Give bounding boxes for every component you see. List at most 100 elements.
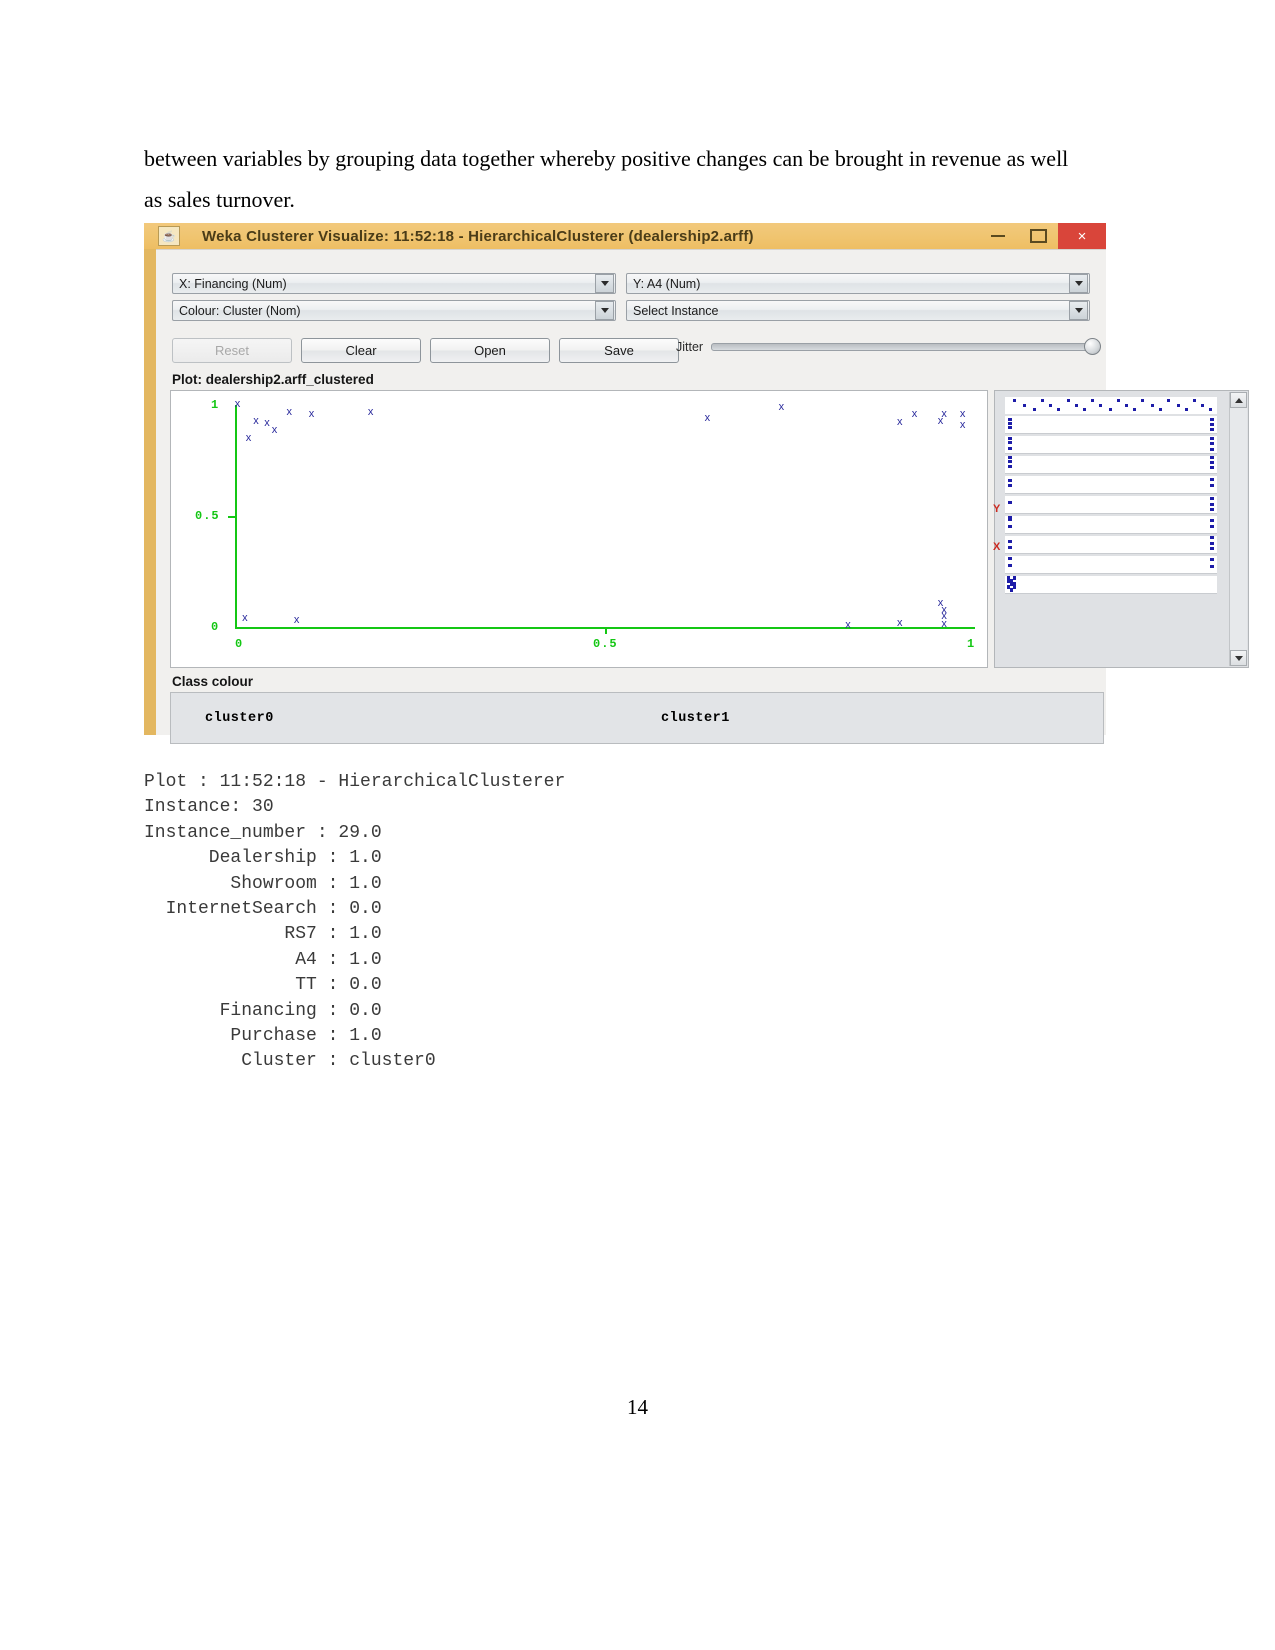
reset-button[interactable]: Reset [172, 338, 292, 363]
strip-tick [1008, 460, 1012, 463]
window-titlebar: ☕ Weka Clusterer Visualize: 11:52:18 - H… [144, 223, 1106, 249]
attribute-strip[interactable] [1005, 536, 1217, 554]
scatter-point[interactable]: x [705, 413, 711, 424]
strip-tick [1210, 418, 1214, 421]
x-axis-select[interactable]: X: Financing (Num) [172, 273, 616, 294]
body-paragraph: between variables by grouping data toget… [144, 146, 1069, 212]
attribute-strip[interactable] [1005, 397, 1217, 414]
strip-tick [1210, 547, 1214, 550]
window-title: Weka Clusterer Visualize: 11:52:18 - Hie… [202, 227, 754, 245]
weka-coffee-icon: ☕ [158, 226, 180, 246]
attribute-strip[interactable] [1005, 416, 1217, 434]
maximize-icon[interactable] [1018, 223, 1058, 249]
class-colour-legend[interactable]: cluster0 cluster1 [170, 692, 1104, 744]
y-tick-label: 0.5 [195, 509, 220, 523]
scatter-point[interactable]: x [845, 619, 851, 631]
strip-dot [1117, 399, 1120, 402]
attribute-strip[interactable] [1005, 456, 1217, 474]
save-button[interactable]: Save [559, 338, 679, 363]
strip-tick [1210, 536, 1214, 539]
jitter-label: Jitter [676, 340, 704, 354]
strip-dot [1193, 399, 1196, 402]
strip-tick [1210, 466, 1214, 469]
legend-item-cluster0[interactable]: cluster0 [205, 711, 274, 726]
strip-tick [1008, 437, 1012, 440]
strip-tick [1210, 519, 1214, 522]
y-axis-select[interactable]: Y: A4 (Num) [626, 273, 1090, 294]
colour-select[interactable]: Colour: Cluster (Nom) [172, 300, 616, 321]
weka-clusterer-visualize-window: ☕ Weka Clusterer Visualize: 11:52:18 - H… [144, 223, 1249, 744]
scatter-point[interactable]: x [294, 615, 300, 626]
scatter-point[interactable]: x [272, 424, 278, 436]
strip-dot [1023, 404, 1026, 407]
window-controls: × [978, 223, 1106, 249]
scatter-point[interactable]: x [264, 417, 270, 429]
strip-dot [1041, 399, 1044, 402]
strip-dot [1151, 404, 1154, 407]
scatter-point[interactable]: x [897, 617, 903, 629]
strip-dot [1091, 399, 1094, 402]
legend-item-cluster1[interactable]: cluster1 [661, 711, 730, 726]
strip-tick [1210, 503, 1214, 506]
x-axis-marker[interactable]: X [993, 541, 1000, 553]
scatter-point[interactable]: x [242, 613, 248, 624]
y-axis-marker[interactable]: Y [993, 503, 1000, 515]
scatter-point[interactable]: x [253, 415, 259, 427]
strip-tick [1210, 456, 1214, 459]
attribute-strip[interactable] [1005, 496, 1217, 514]
chevron-down-icon[interactable] [595, 274, 614, 293]
attribute-strip[interactable] [1005, 556, 1217, 574]
attribute-strips[interactable]: YX [993, 397, 1217, 594]
scatter-point[interactable]: x [897, 416, 903, 428]
scatter-point[interactable]: x [287, 406, 293, 418]
x-tick-label: 0.5 [593, 637, 618, 651]
chevron-down-icon[interactable] [1069, 301, 1088, 320]
scatter-plot[interactable]: 0 0.5 1 0 0.5 1 x x x x x x x x x x x x x x x x x x x x x x x x [170, 390, 988, 668]
scroll-up-arrow-icon[interactable] [1230, 392, 1247, 408]
y-axis-line [235, 405, 237, 627]
scatter-point[interactable]: x [368, 406, 374, 418]
strip-dot [1013, 399, 1016, 402]
strip-tick [1008, 546, 1012, 549]
clear-button[interactable]: Clear [301, 338, 421, 363]
close-icon[interactable]: × [1058, 223, 1106, 249]
attribute-strip[interactable] [1005, 516, 1217, 534]
strip-tick [1210, 497, 1214, 500]
axis-select-row: X: Financing (Num) Y: A4 (Num) [172, 273, 1090, 294]
class-colour-label: Class colour [172, 674, 254, 689]
attribute-strip[interactable] [1005, 576, 1217, 594]
attribute-strip[interactable] [1005, 436, 1217, 454]
y-axis-select-label: Y: A4 (Num) [633, 276, 701, 291]
scatter-point[interactable]: x [779, 402, 785, 413]
strip-tick [1210, 558, 1214, 561]
open-button[interactable]: Open [430, 338, 550, 363]
scatter-plot-canvas[interactable]: 0 0.5 1 0 0.5 1 x x x x x x x x x x x x x x x x x x x x x x x x [171, 391, 987, 667]
side-panel-scrollbar[interactable] [1229, 392, 1247, 666]
strip-tick [1008, 501, 1012, 504]
y-axis-tick [228, 516, 235, 518]
strip-tick [1008, 441, 1012, 444]
chevron-down-icon[interactable] [595, 301, 614, 320]
strip-tick [1210, 508, 1214, 511]
scatter-point[interactable]: x [941, 618, 947, 630]
scatter-point[interactable]: x [235, 399, 241, 410]
strip-tick [1008, 426, 1012, 429]
minimize-icon[interactable] [978, 223, 1018, 249]
scatter-point[interactable]: x [309, 408, 315, 420]
attribute-strip[interactable] [1005, 476, 1217, 494]
strip-dot [1167, 399, 1170, 402]
scatter-point[interactable]: x [960, 420, 966, 431]
strip-tick [1008, 479, 1012, 482]
scatter-point[interactable]: x [246, 433, 252, 444]
scatter-point[interactable]: x [938, 415, 944, 427]
scatter-point[interactable]: x [912, 408, 918, 420]
y-tick-label: 1 [211, 398, 220, 412]
strip-dot [1185, 408, 1188, 411]
attribute-strip-panel[interactable]: YX [993, 390, 1249, 668]
chevron-down-icon[interactable] [1069, 274, 1088, 293]
jitter-slider[interactable] [711, 338, 1101, 355]
jitter-slider-handle[interactable] [1084, 338, 1101, 355]
scroll-down-arrow-icon[interactable] [1230, 650, 1247, 666]
x-tick-label: 1 [967, 637, 976, 651]
instance-select[interactable]: Select Instance [626, 300, 1090, 321]
